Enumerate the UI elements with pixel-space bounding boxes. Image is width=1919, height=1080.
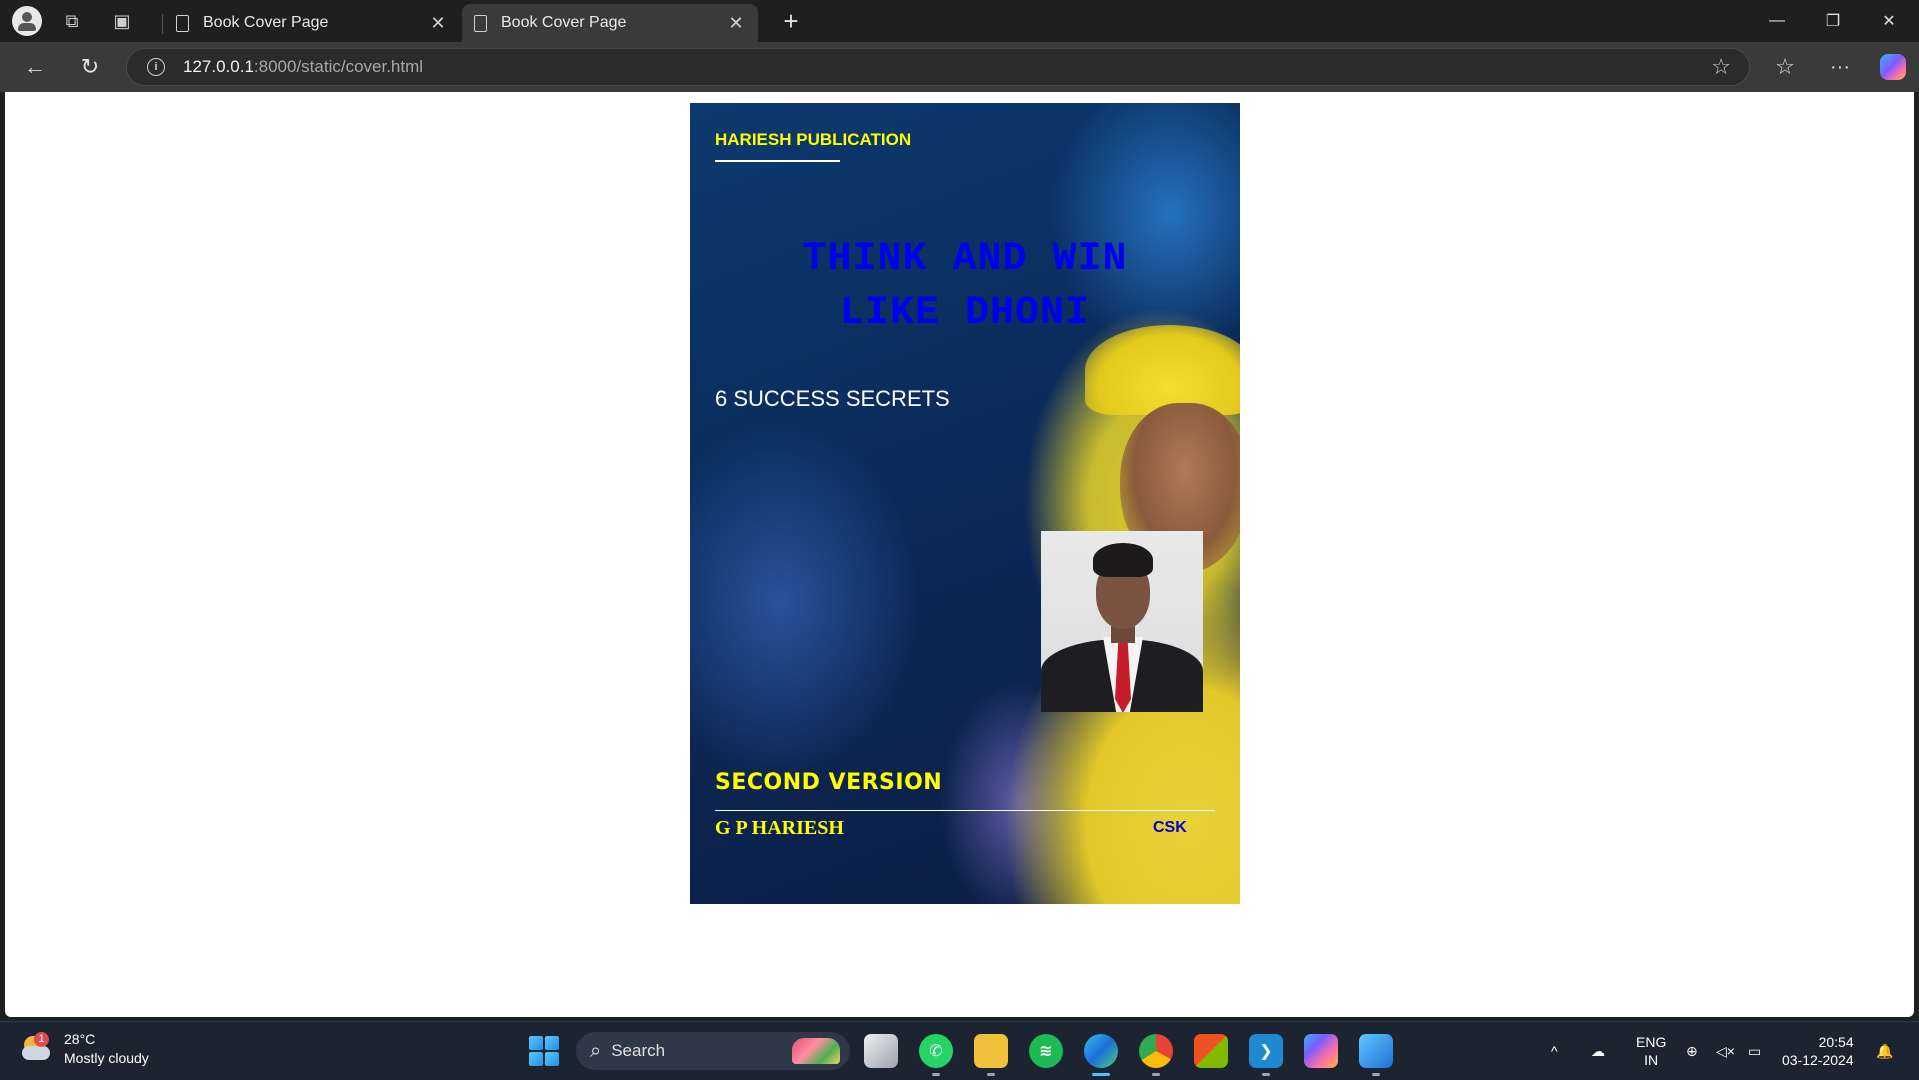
author-photo [1041,531,1203,712]
photos-icon[interactable] [1359,1034,1393,1068]
weather-cloudy-icon: 1 [20,1032,52,1062]
network-icon[interactable]: ⊕ [1686,1022,1698,1080]
footer-divider [715,810,1215,811]
chrome-icon[interactable] [1139,1034,1173,1068]
search-label: Search [611,1041,666,1060]
language-indicator[interactable]: ENG IN [1636,1022,1666,1080]
battery-icon[interactable]: ▭ [1748,1022,1761,1080]
publisher-underline [715,160,840,162]
volume-muted-icon[interactable]: ◁× [1716,1022,1735,1080]
favorites-icon[interactable]: ☆ [1768,50,1802,84]
weather-condition: Mostly cloudy [64,1050,149,1066]
close-window-button[interactable]: ✕ [1861,0,1917,42]
whatsapp-icon[interactable]: ✆ [919,1034,953,1068]
clock[interactable]: 20:54 03-12-2024 [1782,1022,1854,1080]
book-title-line-2: LIKE DHONI [839,291,1091,336]
page-viewport: HARIESH PUBLICATION THINK AND WIN LIKE D… [5,92,1914,1017]
more-icon[interactable]: ··· [1823,50,1857,84]
vscode-icon[interactable]: ❯ [1249,1034,1283,1068]
tab-book-cover-2[interactable]: Book Cover Page ✕ [462,4,758,42]
info-icon[interactable]: i [147,58,165,76]
spotify-icon[interactable]: ≋ [1029,1034,1063,1068]
taskbar-search[interactable]: ⌕ Search [576,1032,850,1070]
windows-start-icon[interactable] [529,1036,559,1066]
file-explorer-icon[interactable] [974,1034,1008,1068]
team-label: CSK [1153,819,1187,836]
close-tab-icon[interactable]: ✕ [428,13,448,34]
refresh-icon[interactable]: ↻ [73,50,107,84]
onedrive-icon[interactable]: ☁ [1591,1022,1605,1080]
tab-strip: ⧉ ▣ Book Cover Page ✕ Book Cover Page ✕ … [0,0,1919,42]
taskbar: 1 28°C Mostly cloudy ⌕ Search ✆ ≋ ❯ ^ ☁ … [0,1021,1919,1080]
restore-button[interactable]: ❐ [1805,0,1861,42]
tab-title: Book Cover Page [501,14,627,31]
profile-icon[interactable] [12,6,42,36]
minimize-button[interactable]: — [1749,0,1805,42]
book-subtitle: 6 SUCCESS SECRETS [715,386,950,411]
address-bar[interactable]: i 127.0.0.1:8000/static/cover.html ☆ [126,48,1750,86]
task-view-icon[interactable] [864,1034,898,1068]
author-name: G P HARIESH [715,817,844,839]
weather-widget[interactable]: 1 28°C Mostly cloudy [20,1030,149,1068]
url-host: 127.0.0.1 [183,57,254,76]
star-icon[interactable]: ☆ [1711,54,1731,80]
page-icon [176,14,189,32]
edition-label: SECOND VERSION [715,770,943,795]
tab-title: Book Cover Page [203,14,329,31]
browser-toolbar: ← ↻ i 127.0.0.1:8000/static/cover.html ☆… [0,42,1919,92]
search-highlight-icon [792,1038,840,1064]
region-code: IN [1644,1052,1659,1068]
language-code: ENG [1636,1034,1667,1050]
tab-separator [162,14,163,34]
copilot-icon[interactable] [1880,54,1906,80]
close-tab-icon[interactable]: ✕ [726,13,746,34]
url-path: :8000/static/cover.html [253,57,424,76]
weather-temp: 28°C [64,1031,96,1047]
new-tab-button[interactable]: + [776,6,806,37]
page-icon [474,14,487,32]
tab-book-cover-1[interactable]: Book Cover Page ✕ [164,4,460,42]
notification-bell-icon[interactable]: 🔔 [1876,1022,1893,1080]
tab-actions-icon[interactable]: ▣ [104,3,140,39]
back-arrow-icon[interactable]: ← [18,50,52,84]
workspaces-icon[interactable]: ⧉ [54,3,90,39]
book-cover: HARIESH PUBLICATION THINK AND WIN LIKE D… [690,103,1240,904]
clock-date: 03-12-2024 [1782,1052,1854,1068]
copilot-app-icon[interactable] [1304,1034,1338,1068]
search-icon: ⌕ [590,1039,602,1062]
clock-time: 20:54 [1818,1034,1854,1050]
microsoft-store-icon[interactable] [1194,1034,1228,1068]
publisher-name: HARIESH PUBLICATION [715,130,912,149]
book-title: THINK AND WIN LIKE DHONI [690,233,1240,341]
edge-icon[interactable] [1084,1034,1118,1068]
show-hidden-icons[interactable]: ^ [1551,1022,1558,1080]
weather-badge: 1 [34,1032,49,1047]
book-title-line-1: THINK AND WIN [802,237,1128,282]
